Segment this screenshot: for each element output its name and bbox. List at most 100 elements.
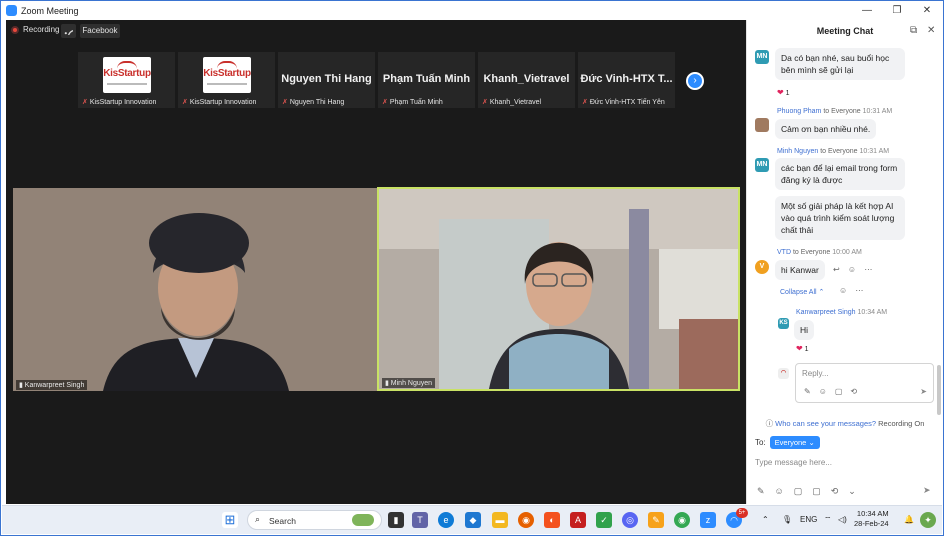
mic-muted-icon: ✗ [182,99,188,106]
logo-text: KisStartup [103,68,151,79]
message-sender: Kanwarpreet Singh 10:34 AM [796,309,888,316]
app-icon[interactable]: ✓ [596,512,612,528]
chrome-icon[interactable]: ◉ [674,512,690,528]
zoom-taskbar-icon[interactable]: z [700,512,716,528]
participant-display-name: Đức Vinh-HTX T... [580,73,673,85]
chat-message[interactable]: Cảm ơn bạn nhiều nhé. [775,119,877,139]
clock-time: 10:34 AM [856,509,889,518]
heart-icon: ❤ [796,344,803,353]
reply-input[interactable]: Reply... [802,369,829,378]
close-icon[interactable]: ✕ [927,25,935,36]
message-sender: Minh Nguyen to Everyone 10:31 AM [777,148,890,155]
firefox-icon[interactable]: ◉ [518,512,534,528]
avatar-photo [755,118,769,132]
restore-button[interactable]: ❐ [882,2,912,19]
meeting-view: Recording Facebook KisStartup ✗ KisStartu… [6,20,746,504]
message-sender: VTD to Everyone 10:00 AM [777,249,862,256]
chat-scrollbar[interactable] [937,365,941,415]
search-label: Search [269,516,296,526]
pdf-icon[interactable]: A [570,512,586,528]
avatar: V [755,260,769,274]
participant-name: ✗ Đức Vinh-HTX Tiến Yên [582,99,665,106]
app-icon[interactable]: ◐ [544,512,560,528]
avatar: KS [778,318,789,329]
chat-message[interactable]: Da có bạn nhé, sau buổi học bên mình sẽ … [775,48,905,80]
facebook-stream-button[interactable]: Facebook [80,24,120,38]
participant-thumb[interactable]: Khanh_Vietravel ✗ Khanh_Vietravel [478,52,575,108]
wifi-icon[interactable]: ⌔ [824,515,832,525]
task-view-icon[interactable]: ▮ [388,512,404,528]
participant-thumb[interactable]: KisStartup ✗ KisStartup Innovation [178,52,275,108]
participant-thumb[interactable]: Nguyen Thi Hang ✗ Nguyen Thi Hang [278,52,375,108]
mic-muted-icon: ✗ [382,99,388,106]
send-icon[interactable]: ➤ [923,485,931,496]
teams-icon[interactable]: T [412,512,428,528]
to-label: To: [755,438,766,447]
chevron-up-icon[interactable]: ⌃ [762,515,769,524]
participant-name: ✗ Nguyen Thi Hang [282,99,345,106]
chat-message[interactable]: Một số giải pháp là kết hợp AI vào quá t… [775,196,905,240]
notification-badge: 5+ [736,508,748,518]
reaction[interactable]: ❤ 1 [796,344,809,353]
participant-thumb[interactable]: KisStartup ✗ KisStartup Innovation [78,52,175,108]
chat-message[interactable]: Hi [794,320,815,340]
close-button[interactable]: ✕ [912,2,942,19]
mic-muted-icon: ✗ [482,99,488,106]
logo-text: KisStartup [203,68,251,79]
chat-message[interactable]: các bạn để lại email trong form đăng ký … [775,158,905,190]
reply-box[interactable]: Reply... ✎☺▢⟲ ➤ [795,363,934,403]
clock[interactable]: 10:34 AM 28-Feb-24 [854,509,889,529]
edge-icon[interactable]: e [438,512,454,528]
reply-avatar: ◠ [778,368,789,379]
live-stream-icon[interactable] [61,24,76,38]
next-page-button[interactable]: › [686,72,704,90]
dropbox-icon[interactable]: ◆ [465,512,481,528]
reply-format-icons[interactable]: ✎☺▢⟲ [804,387,865,396]
reaction[interactable]: ❤ 1 [777,88,790,97]
compose-toolbar[interactable]: ✎☺▢▢⟲⌄ [757,486,866,497]
recording-indicator[interactable]: Recording [11,25,59,34]
volume-icon[interactable]: ◁) [838,515,847,524]
participant-thumb[interactable]: Phạm Tuấn Minh ✗ Phạm Tuấn Minh [378,52,475,108]
send-icon[interactable]: ➤ [920,387,927,396]
collapse-all-link[interactable]: Collapse All ⌃ [780,288,824,296]
discord-icon[interactable]: ◎ [622,512,638,528]
recipient-dropdown[interactable]: Everyone ⌄ [769,436,820,449]
chat-message[interactable]: hi Kanwar [775,260,825,280]
app-icon[interactable]: ✎ [648,512,664,528]
participant-display-name: Phạm Tuấn Minh [382,73,471,85]
language-indicator[interactable]: ENG [800,515,817,524]
mic-muted-icon: ✗ [82,99,88,106]
recipient-row: To: Everyone ⌄ [755,436,820,449]
avatar: MN [755,158,769,172]
widget-icon[interactable] [352,514,374,526]
logo-underline [107,83,147,85]
participant-video-image [379,189,738,389]
participant-name-tag: ▮ Kanwarpreet Singh [16,380,88,390]
notification-bell-icon[interactable]: 🔔 [904,515,914,524]
zoom-app-icon [6,5,17,16]
participant-thumb[interactable]: Đức Vinh-HTX T... ✗ Đức Vinh-HTX Tiến Yên [578,52,675,108]
video-tile[interactable]: ▮ Kanwarpreet Singh [13,188,379,391]
heart-icon: ❤ [777,88,784,97]
message-actions[interactable]: ↩ ☺ ⋯ [833,265,875,274]
thread-actions[interactable]: ☺ ⋯ [839,286,866,295]
video-tile-active-speaker[interactable]: ▮ Minh Nguyen [377,187,740,391]
message-visibility-notice[interactable]: ⓘ Who can see your messages? Recording O… [747,418,943,429]
info-icon: ⓘ [765,419,776,428]
mic-muted-icon: ✗ [282,99,288,106]
title-bar: Zoom Meeting — ❐ ✕ [2,2,942,19]
start-icon[interactable]: ⊞ [222,512,238,528]
copilot-icon[interactable]: ✦ [920,512,936,528]
message-input[interactable]: Type message here... [755,458,832,467]
minimize-button[interactable]: — [852,2,882,19]
popout-icon[interactable]: ⧉ [910,25,917,36]
participant-name: ✗ KisStartup Innovation [82,99,157,106]
record-icon [11,25,19,34]
participant-display-name: Khanh_Vietravel [483,73,570,85]
message-sender: Phuong Pham to Everyone 10:31 AM [777,108,893,115]
kisstartup-logo: KisStartup [103,57,151,93]
mic-muted-icon: ✗ [582,99,588,106]
file-explorer-icon[interactable]: ▬ [492,512,508,528]
microphone-icon[interactable]: 🎙 [782,515,792,524]
